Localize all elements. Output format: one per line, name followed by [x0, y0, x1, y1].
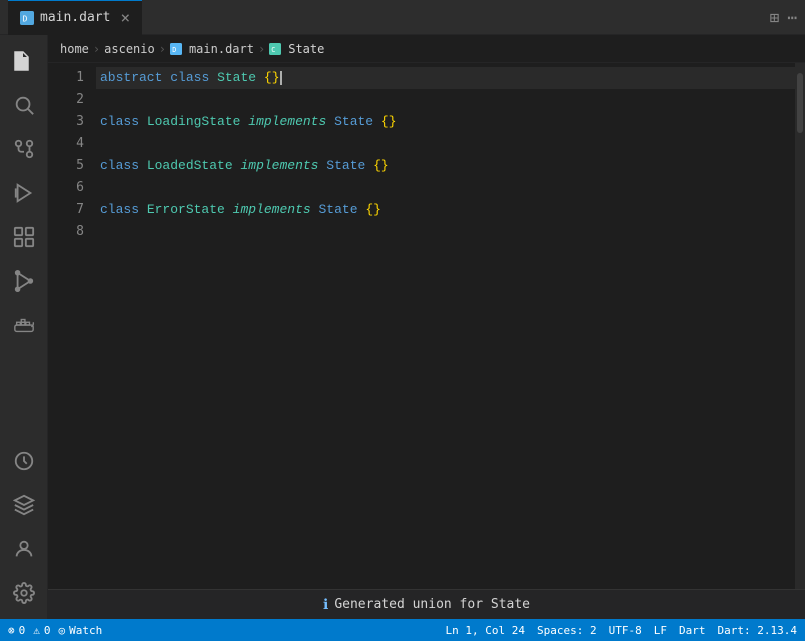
files-icon[interactable] — [6, 43, 42, 79]
editor-tab[interactable]: D main.dart × — [8, 0, 142, 35]
tab-close-button[interactable]: × — [120, 8, 130, 27]
split-editor-icon[interactable]: ⊞ — [770, 8, 780, 27]
svg-text:D: D — [172, 46, 176, 54]
indentation[interactable]: Spaces: 2 — [537, 624, 597, 637]
code-line-1: abstract class State {} — [96, 67, 795, 89]
search-icon[interactable] — [6, 87, 42, 123]
editor[interactable]: 1 2 3 4 5 6 7 8 abstract class — [48, 63, 795, 589]
notification-bar: ℹ Generated union for State — [48, 589, 805, 619]
extensions-icon[interactable] — [6, 219, 42, 255]
run-icon[interactable] — [6, 263, 42, 299]
line-ending[interactable]: LF — [654, 624, 667, 637]
code-line-3: class LoadingState implements State {} — [96, 111, 795, 133]
main-layout: home › ascenio › D main.dart › C State — [0, 35, 805, 619]
activity-bar-bottom — [6, 443, 42, 619]
remote-icon[interactable] — [6, 487, 42, 523]
docker-icon[interactable] — [6, 307, 42, 343]
code-line-7: class ErrorState implements State {} — [96, 199, 795, 221]
cursor-position[interactable]: Ln 1, Col 24 — [446, 624, 525, 637]
status-bar: ⊗ 0 ⚠ 0 ◎ Watch Ln 1, Col 24 Spaces: 2 U… — [0, 619, 805, 641]
svg-text:C: C — [271, 46, 275, 54]
title-bar: D main.dart × ⊞ ⋯ — [0, 0, 805, 35]
dart-breadcrumb-icon: D — [170, 43, 182, 55]
account-icon[interactable] — [6, 531, 42, 567]
svg-text:D: D — [23, 14, 28, 23]
code-line-4 — [96, 133, 795, 155]
info-icon: ℹ — [323, 597, 328, 613]
status-right: Ln 1, Col 24 Spaces: 2 UTF-8 LF Dart Dar… — [446, 624, 797, 637]
source-control-icon[interactable] — [6, 131, 42, 167]
notification-text: Generated union for State — [334, 597, 530, 612]
scrollbar-thumb[interactable] — [797, 73, 803, 133]
watch-item[interactable]: ◎ Watch — [59, 624, 103, 637]
encoding[interactable]: UTF-8 — [609, 624, 642, 637]
line-numbers: 1 2 3 4 5 6 7 8 — [48, 63, 96, 589]
status-left: ⊗ 0 ⚠ 0 ◎ Watch — [8, 624, 102, 637]
tab-label: main.dart — [40, 10, 110, 25]
class-breadcrumb-icon: C — [269, 43, 281, 55]
activity-bar — [0, 35, 48, 619]
dart-file-icon: D — [20, 11, 34, 25]
editor-scrollbar[interactable] — [795, 63, 805, 589]
dart-version[interactable]: Dart: 2.13.4 — [718, 624, 797, 637]
code-line-8 — [96, 221, 795, 243]
content-area: home › ascenio › D main.dart › C State — [48, 35, 805, 619]
code-line-6 — [96, 177, 795, 199]
debug-run-icon[interactable] — [6, 175, 42, 211]
error-icon: ⊗ — [8, 624, 15, 637]
editor-container: 1 2 3 4 5 6 7 8 abstract class — [48, 63, 805, 589]
language-mode[interactable]: Dart — [679, 624, 706, 637]
breadcrumb-state[interactable]: C State — [269, 42, 324, 56]
more-actions-icon[interactable]: ⋯ — [787, 8, 797, 27]
warning-icon: ⚠ — [33, 624, 40, 637]
watch-icon: ◎ — [59, 624, 66, 637]
code-line-2 — [96, 89, 795, 111]
code-line-5: class LoadedState implements State {} — [96, 155, 795, 177]
breadcrumb-home[interactable]: home — [60, 42, 89, 56]
title-bar-actions: ⊞ ⋯ — [770, 8, 797, 27]
settings-icon[interactable] — [6, 575, 42, 611]
breadcrumb: home › ascenio › D main.dart › C State — [48, 35, 805, 63]
code-editor[interactable]: abstract class State {} class — [96, 63, 795, 589]
error-count[interactable]: ⊗ 0 ⚠ 0 — [8, 624, 51, 637]
breadcrumb-ascenio[interactable]: ascenio — [104, 42, 155, 56]
breadcrumb-file[interactable]: D main.dart — [170, 42, 254, 56]
timeline-icon[interactable] — [6, 443, 42, 479]
